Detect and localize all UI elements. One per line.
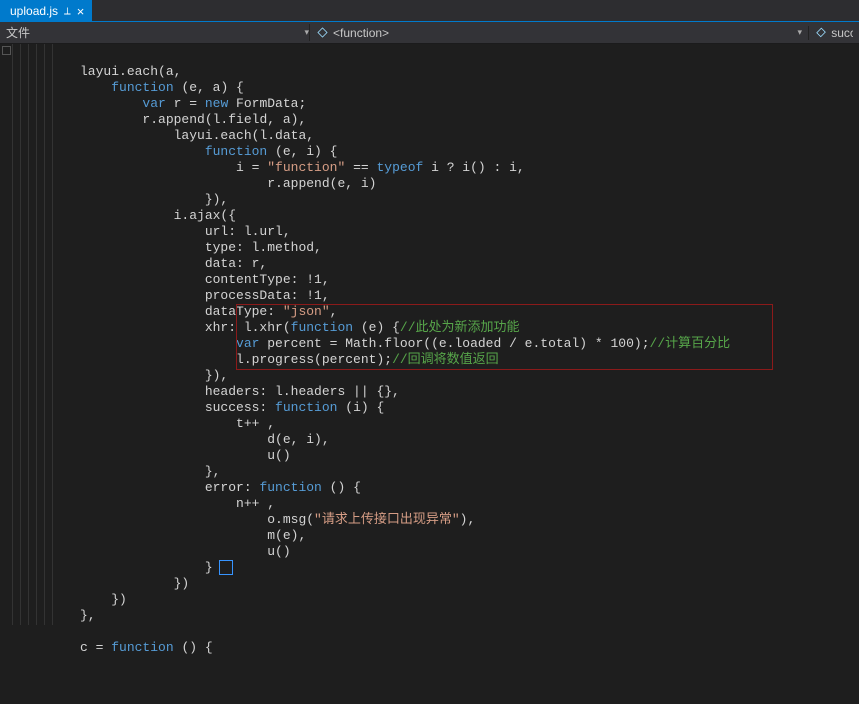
collapse-toggle[interactable] [2,46,11,55]
keyword: typeof [376,160,423,175]
keyword: new [205,96,228,111]
code-token: each [127,64,158,79]
code-token: } [205,560,213,575]
code-token: }), [205,368,228,383]
tab-filename: upload.js [10,4,58,18]
keyword: function [259,480,321,495]
code-token: }) [174,576,190,591]
outline-gutter [0,44,56,625]
highlight-box [236,304,773,370]
code-token: (e, a) { [174,80,244,95]
code-token: headers: l.headers || {}, [205,384,400,399]
scope-member-label: succ [831,26,853,40]
pin-icon[interactable]: ⟂ [64,6,71,17]
string: "请求上传接口出现异常" [314,512,460,527]
code-token: type: l.method, [205,240,322,255]
cube-icon [317,27,327,37]
scope-label: 文件 [6,24,304,41]
code-token: i = [236,160,267,175]
code-token: (i) { [337,400,384,415]
code-token: processData: !1, [205,288,330,303]
keyword: function [205,144,267,159]
scope-dropdown-function[interactable]: <function> ▾ [310,26,809,40]
keyword: function [275,400,337,415]
keyword: var [142,96,165,111]
code-token: () { [174,640,213,655]
code-token: data: r, [205,256,267,271]
string: "function" [267,160,345,175]
code-token: == [345,160,376,175]
code-token: }, [205,464,221,479]
tab-bar: upload.js ⟂ × [0,0,859,22]
keyword: function [111,80,173,95]
code-token: url: l.url, [205,224,291,239]
close-icon[interactable]: × [77,5,85,18]
code-token: u() [267,448,290,463]
code-token: n++ , [236,496,275,511]
code-token: success: [205,400,275,415]
scope-dropdown-file[interactable]: 文件 ▾ [0,24,310,41]
code-editor[interactable]: layui.each(a, function (e, a) { var r = … [0,44,859,625]
chevron-down-icon: ▾ [797,27,802,38]
code-token: contentType: !1, [205,272,330,287]
code-token: layui. [80,64,127,79]
code-token: FormData; [228,96,306,111]
code-token: r.append(l.field, a), [142,112,306,127]
code-token: i.ajax({ [174,208,236,223]
keyword: function [111,640,173,655]
file-tab-upload-js[interactable]: upload.js ⟂ × [0,0,92,22]
code-token: m(e), [267,528,306,543]
code-token: }), [205,192,228,207]
code-token: }) [111,592,127,607]
code-token: c = [80,640,111,655]
code-token: r = [166,96,205,111]
code-token: (e, i) { [267,144,337,159]
cube-icon [816,28,826,38]
code-token: }, [80,608,96,623]
code-token: u() [267,544,290,559]
navigation-bar: 文件 ▾ <function> ▾ succ [0,22,859,44]
code-token: layui.each(l.data, [174,128,314,143]
code-token: error: [205,480,260,495]
code-token: (a, [158,64,181,79]
scope-dropdown-member[interactable]: succ [809,26,859,40]
code-token: t++ , [236,416,275,431]
scope-function-label: <function> [333,26,389,40]
code-token: o.msg( [267,512,314,527]
code-token: () { [322,480,361,495]
code-token: r.append(e, i) [267,176,376,191]
code-token: i ? i() : i, [423,160,524,175]
chevron-down-icon: ▾ [304,27,309,38]
code-token: d(e, i), [267,432,329,447]
code-token: ), [460,512,476,527]
code-area[interactable]: layui.each(a, function (e, a) { var r = … [56,44,859,625]
cursor-selection [219,560,233,575]
